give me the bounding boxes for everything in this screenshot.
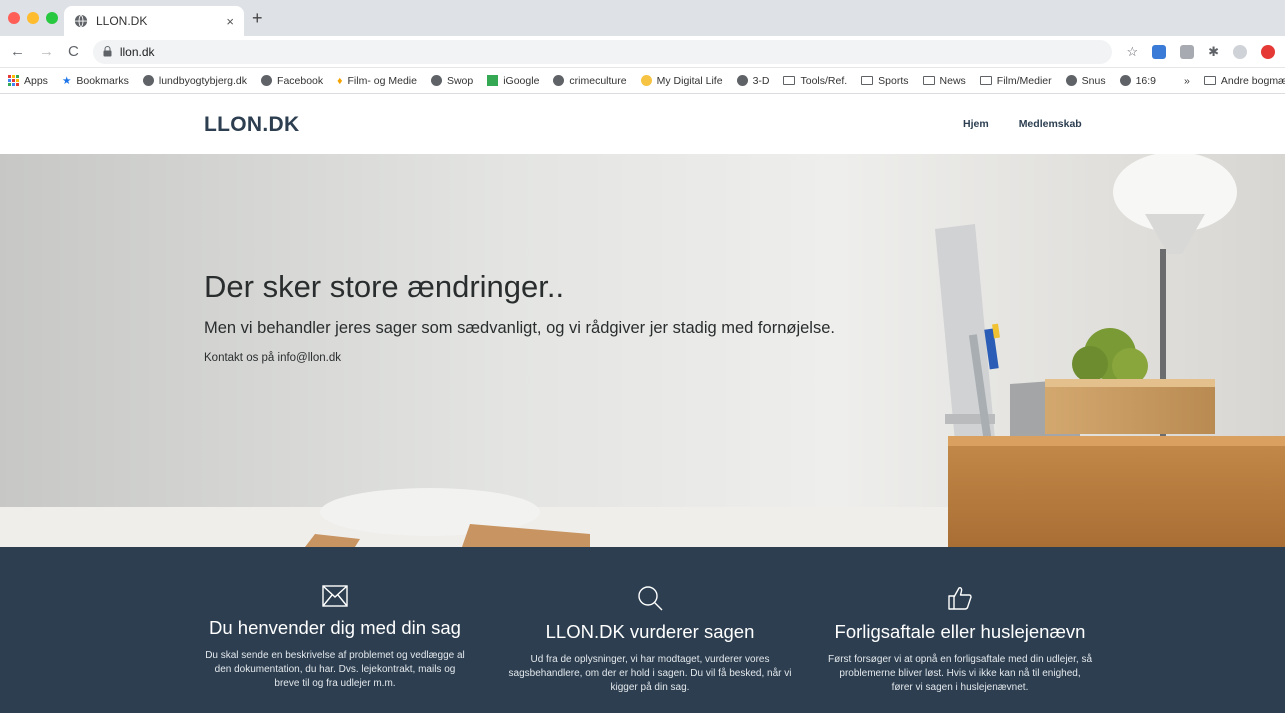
feature-text: Ud fra de oplysninger, vi har modtaget, … [508,654,792,693]
globe-icon [261,75,273,86]
feature-card: LLON.DK vurderer sagen Ud fra de oplysni… [500,585,800,695]
bookmarks-bar: Apps ★ Bookmarks lundbyogtybjerg.dk Faceb… [0,68,1285,94]
minimize-window-button[interactable] [27,12,39,24]
folder-icon [922,76,935,85]
site-logo[interactable]: LLON.DK [204,113,299,137]
new-tab-button[interactable]: + [252,8,263,29]
site-nav: Hjem Medlemskab [963,118,1082,130]
folder-icon [861,76,874,85]
bookmark-item[interactable]: lundbyogtybjerg.dk [142,75,247,87]
hero-section: Der sker store ændringer.. Men vi behand… [0,154,1285,547]
window-controls [8,12,58,24]
bookmark-star-icon[interactable]: ☆ [1126,44,1138,60]
bookmark-item[interactable]: Apps [8,75,48,87]
extension-icon[interactable] [1261,44,1275,59]
igoogle-icon [487,75,499,86]
search-icon [638,586,663,611]
zoom-window-button[interactable] [46,12,58,24]
bookmarks-overflow-button[interactable]: » [1184,75,1190,87]
bookmark-folder[interactable]: News [922,75,966,87]
bookmark-item[interactable]: ♦ Film- og Medie [337,75,417,87]
lock-icon [103,46,112,57]
nav-link-medlemskab[interactable]: Medlemskab [1019,118,1082,130]
hero-title: Der sker store ændringer.. [204,269,565,304]
puzzle-icon[interactable]: ✱ [1208,44,1219,60]
globe-icon [430,75,442,86]
feature-card: Du henvender dig med din sag Du skal sen… [195,585,475,691]
browser-toolbar: ← → C llon.dk ☆ ✱ [0,36,1285,68]
folder-icon [783,76,796,85]
nav-link-hjem[interactable]: Hjem [963,118,989,130]
globe-icon [142,75,154,86]
feature-title: LLON.DK vurderer sagen [545,621,755,642]
profile-icon[interactable] [1233,44,1247,59]
tab-title: LLON.DK [96,14,148,28]
folder-icon [979,76,992,85]
envelope-icon [322,585,348,607]
globe-icon [1065,75,1077,86]
close-window-button[interactable] [8,12,20,24]
feature-title: Du henvender dig med din sag [209,617,461,638]
bookmark-folder[interactable]: Film/Medier [979,75,1052,87]
features-section: Du henvender dig med din sag Du skal sen… [0,547,1285,713]
extension-icon[interactable] [1180,44,1195,59]
hero-text: Der sker store ændringer.. Men vi behand… [204,269,835,364]
bookmark-item[interactable]: ★ Bookmarks [62,75,129,87]
bookmark-item[interactable]: iGoogle [487,75,539,87]
bookmark-item[interactable]: My Digital Life [640,75,723,87]
bulb-icon [640,75,652,86]
bookmark-folder[interactable]: Sports [861,75,909,87]
hero-contact: Kontakt os på info@llon.dk [204,352,341,364]
extension-icon[interactable] [1152,44,1167,59]
star-icon: ★ [61,74,72,87]
bookmark-item[interactable]: 3-D [736,75,769,87]
globe-icon [553,75,565,86]
reload-icon[interactable]: C [68,43,79,60]
feature-title: Forligsaftale eller huslejenævn [834,621,1086,642]
bookmark-item[interactable]: Snus [1065,75,1106,87]
other-bookmarks-folder[interactable]: Andre bogmærker [1203,75,1285,87]
feature-text: Du skal sende en beskrivelse af probleme… [205,650,465,689]
thumbs-up-icon [948,587,972,610]
bookmark-item[interactable]: Facebook [261,75,323,87]
bookmark-item[interactable]: Swop [430,75,473,87]
globe-icon [736,75,748,86]
globe-icon [74,14,88,28]
tab-close-icon[interactable]: × [226,14,234,29]
bookmark-folder[interactable]: Tools/Ref. [783,75,847,87]
feature-card: Forligsaftale eller huslejenævn Først fo… [820,585,1100,695]
browser-tab-bar: LLON.DK × + [0,0,1285,36]
forward-arrow-icon[interactable]: → [39,43,54,60]
globe-icon [1119,75,1131,86]
hero-subtitle: Men vi behandler jeres sager som sædvanl… [204,319,835,337]
feature-text: Først forsøger vi at opnå en forligsafta… [828,654,1093,693]
back-arrow-icon[interactable]: ← [10,43,25,60]
apps-grid-icon [8,75,19,86]
toolbar-actions: ☆ ✱ [1126,44,1275,60]
pin-icon: ♦ [337,74,343,87]
bookmark-item[interactable]: 16:9 [1119,75,1156,87]
bookmark-item[interactable]: crimeculture [553,75,627,87]
site-header: LLON.DK Hjem Medlemskab [0,94,1285,154]
address-bar[interactable]: llon.dk [92,39,1113,64]
url-text: llon.dk [119,44,155,59]
browser-tab[interactable]: LLON.DK × [64,6,244,36]
folder-icon [1203,76,1216,85]
